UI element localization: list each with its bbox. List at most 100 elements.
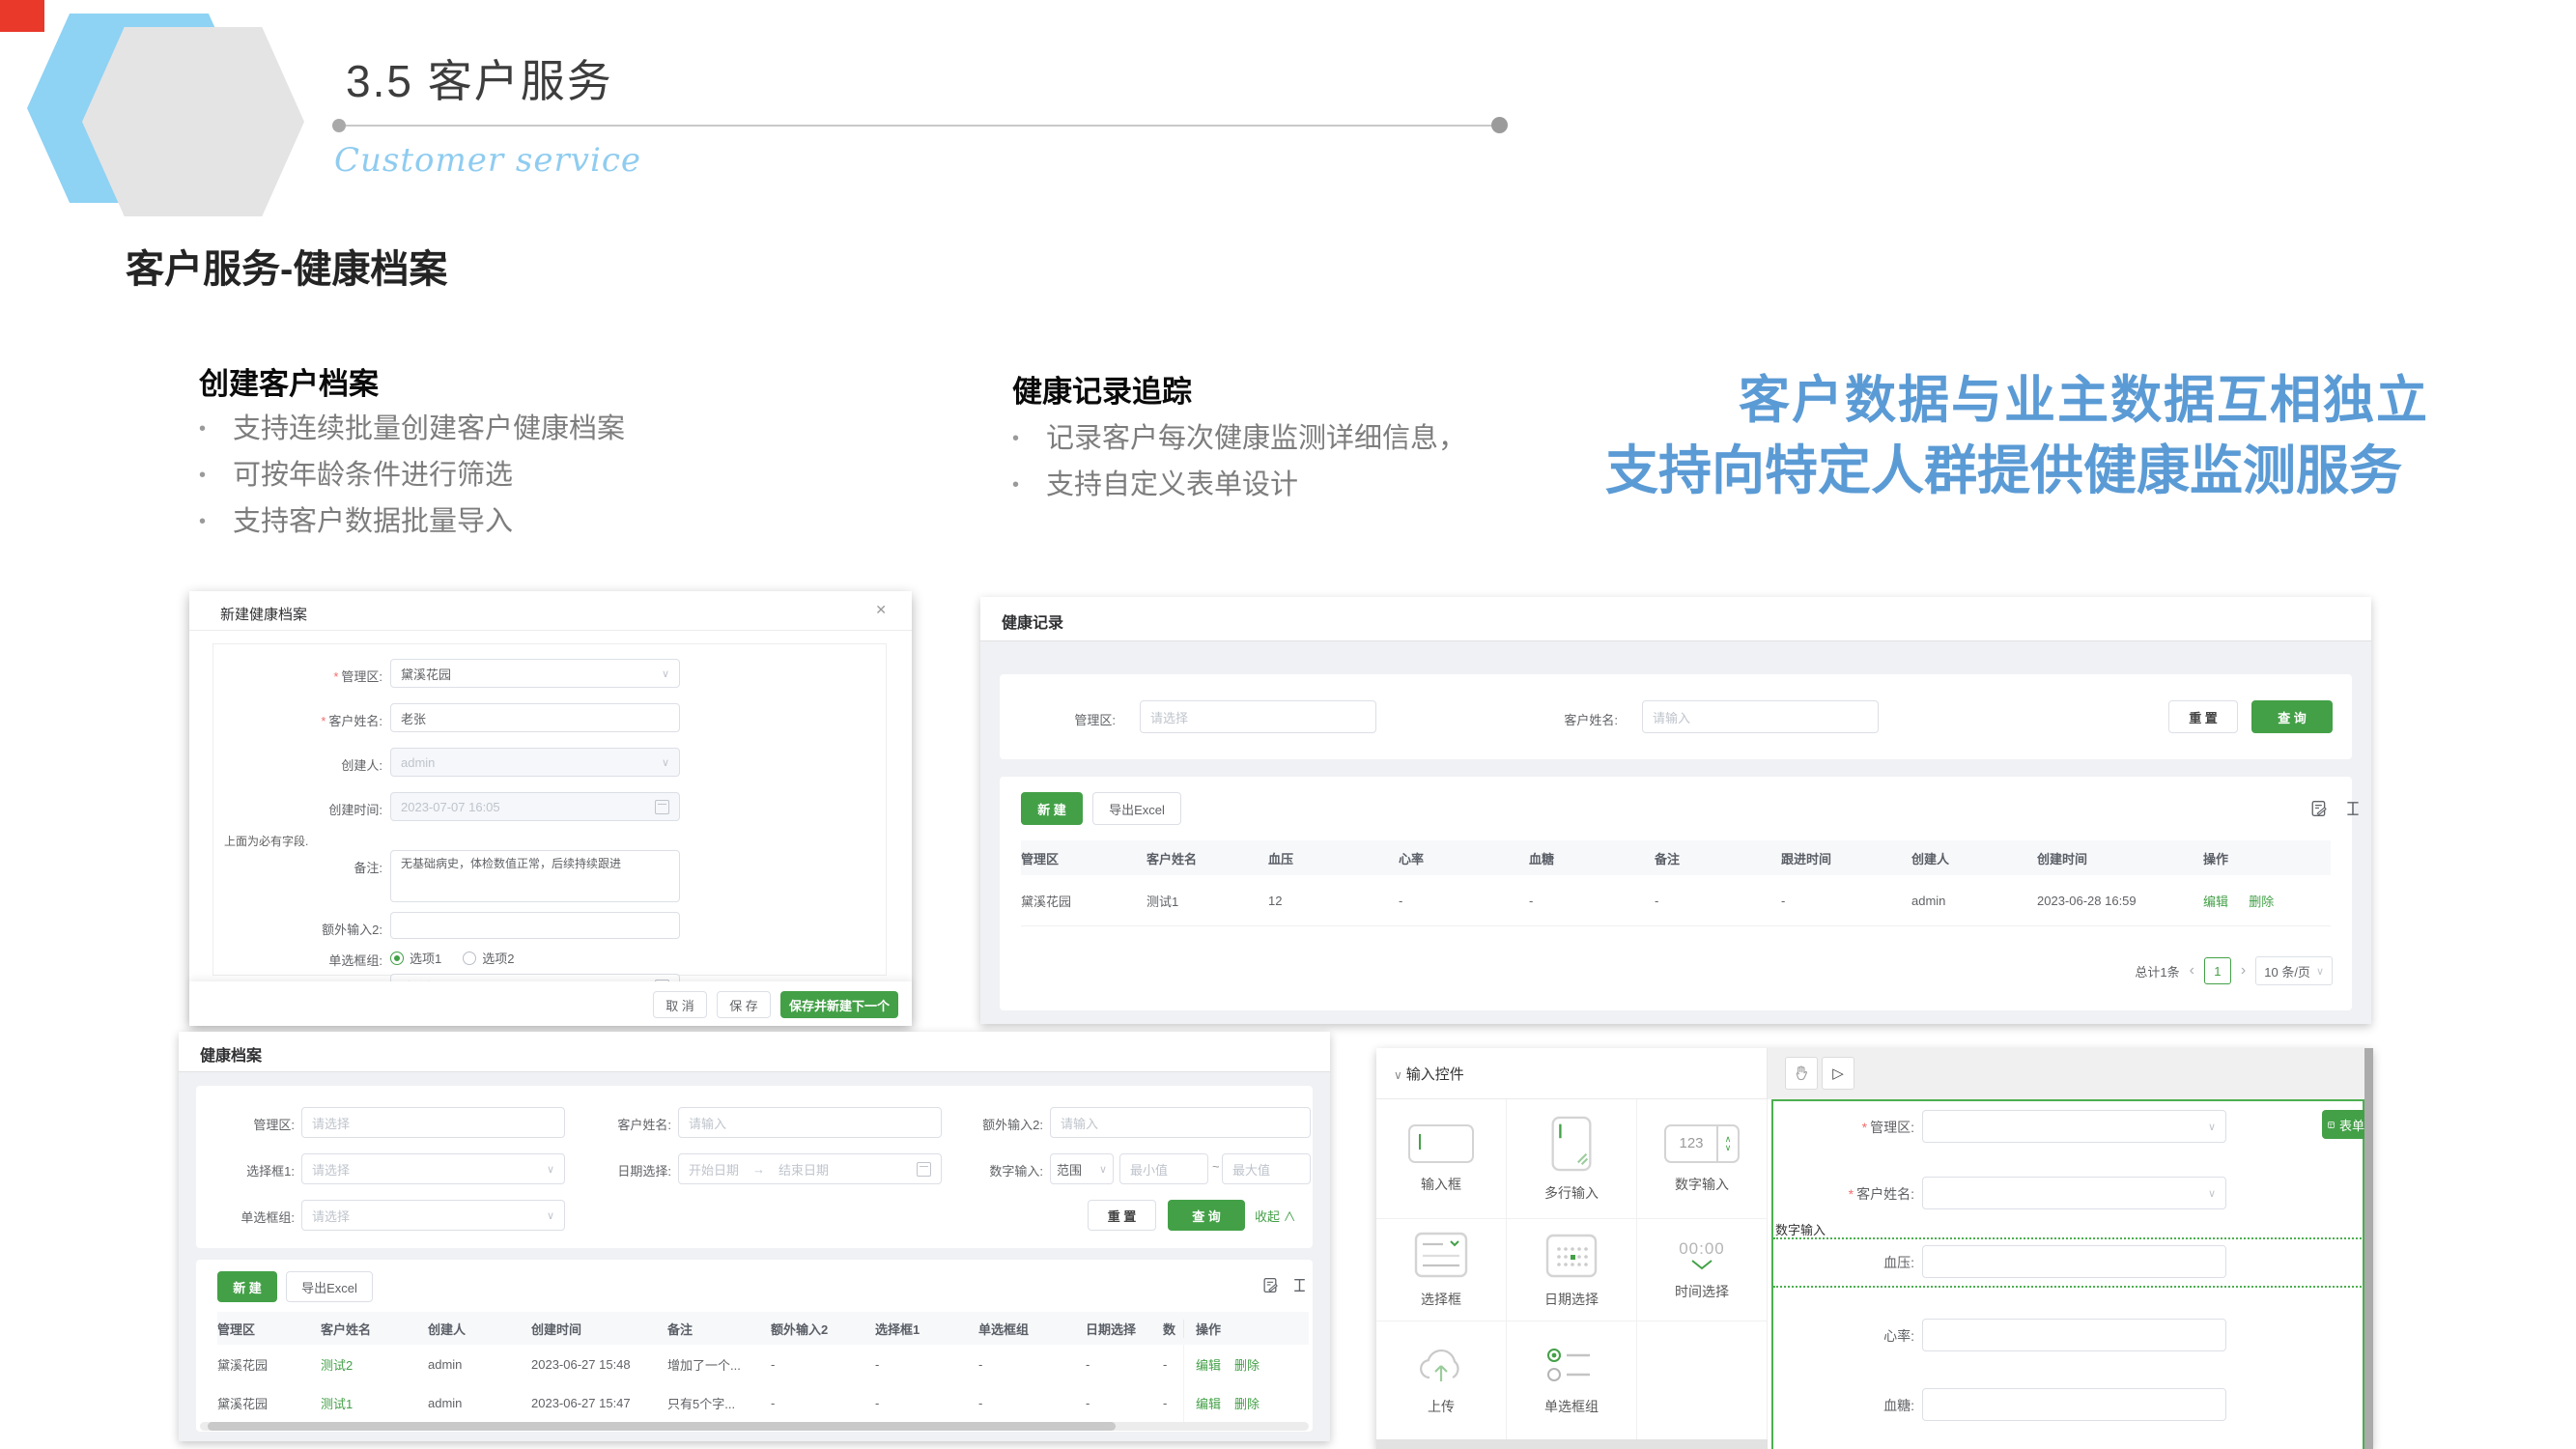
screenshot-new-archive-modal: 新建健康档案 ✕ *管理区: 黛溪花园 ∨ *客户姓名: 老张 创建人: adm… [189,591,912,1026]
row-height-icon[interactable] [1291,1277,1308,1298]
canvas-hr-label: 心率: [1816,1326,1914,1346]
cell: 只有5个字... [667,1394,771,1412]
cell: - [875,1396,978,1410]
bullet-text: 可按年龄条件进行筛选 [233,452,513,498]
record-link[interactable]: 测试2 [321,1355,428,1374]
next-page-icon[interactable]: › [2241,962,2246,980]
filter-date-range[interactable]: 开始日期 → 结束日期 [678,1153,942,1184]
records-page-title: 健康记录 [1002,610,1063,633]
widget-tile-date[interactable]: 日期选择 [1507,1219,1637,1321]
export-excel-button[interactable]: 导出Excel [286,1271,373,1302]
col-header: 备注 [667,1320,771,1338]
widget-tile-textarea[interactable]: 多行输入 [1507,1099,1637,1219]
delete-link[interactable]: 删除 [1234,1394,1260,1412]
create-time-value: 2023-07-07 16:05 [401,800,500,814]
form-settings-button[interactable]: 表单 [2322,1110,2364,1139]
widget-tile-time[interactable]: 00:00 时间选择 [1637,1219,1768,1321]
edit-link[interactable]: 编辑 [2203,895,2228,909]
canvas-name-select[interactable]: ∨ [1922,1177,2226,1209]
creator-select[interactable]: admin ∨ [390,748,680,777]
remark-textarea[interactable]: 无基础病史，体检数值正常，后续持续跟进 [390,850,680,902]
bullet-icon: • [199,452,206,498]
save-button[interactable]: 保 存 [717,991,771,1018]
modal-header-divider [189,630,912,631]
page-number-button[interactable]: 1 [2204,957,2231,984]
filter-radio-select[interactable]: 请选择 ∨ [301,1200,565,1231]
pan-hand-button[interactable] [1785,1057,1818,1090]
widget-tile-upload[interactable]: 上传 [1376,1321,1507,1439]
filter-select1-select[interactable]: 请选择 ∨ [301,1153,565,1184]
close-icon[interactable]: ✕ [875,602,887,618]
cell: - [1086,1357,1163,1372]
slogan-line-2: 支持向特定人群提供健康监测服务 [1605,427,2402,504]
bullet-text: 支持自定义表单设计 [1046,462,1298,508]
reset-button[interactable]: 重 置 [2168,700,2238,733]
prev-page-icon[interactable]: ‹ [2190,962,2194,980]
widget-tile-number[interactable]: 123 ∧∨ 数字输入 [1637,1099,1768,1219]
radio-option-1-label[interactable]: 选项1 [410,949,441,967]
customer-name-value: 老张 [401,709,426,727]
filter-area-input[interactable]: 请选择 [1140,700,1376,733]
save-and-next-button[interactable]: 保存并新建下一个 [780,991,898,1018]
cell: - [1781,894,1911,908]
cell: - [1163,1396,1183,1410]
bullet-icon: • [199,498,206,545]
widget-label: 多行输入 [1544,1183,1599,1203]
cell: - [1655,894,1781,908]
radio-option-2-label[interactable]: 选项2 [482,949,514,967]
drop-indicator-line [1773,1237,2364,1239]
export-excel-button[interactable]: 导出Excel [1092,792,1181,825]
edit-link[interactable]: 编辑 [1196,1394,1221,1412]
area-select[interactable]: 黛溪花园 ∨ [390,659,680,688]
number-mode-select[interactable]: 范围 ∨ [1050,1153,1114,1184]
search-button[interactable]: 查 询 [2251,700,2333,733]
row-height-icon[interactable] [2344,800,2362,822]
edit-document-icon[interactable] [2310,800,2328,822]
list-item: • 支持自定义表单设计 [1012,462,1630,508]
filter-area-input[interactable]: 请选择 [301,1107,565,1138]
vertical-scrollbar-thumb[interactable] [2364,1048,2373,1449]
delete-link[interactable]: 删除 [2249,895,2274,909]
canvas-bp-input[interactable] [1922,1245,2226,1278]
chevron-down-icon[interactable]: ∨ [1394,1068,1402,1082]
extra2-input[interactable] [390,912,680,939]
widget-tile-input[interactable]: 输入框 [1376,1099,1507,1219]
range-arrow-icon: → [752,1162,765,1177]
page-heading: 客户服务-健康档案 [126,238,447,294]
radio-unselected-icon[interactable] [463,952,476,965]
record-link[interactable]: 测试1 [321,1394,428,1412]
collapse-link[interactable]: 收起 ∧ [1255,1207,1296,1225]
filter-name-label: 客户姓名: [1502,710,1618,728]
edit-link[interactable]: 编辑 [1196,1355,1221,1374]
cell: 2023-06-27 15:48 [531,1357,667,1372]
modal-title: 新建健康档案 [220,604,307,624]
create-button[interactable]: 新 建 [217,1271,277,1302]
filter-name-label: 客户姓名: [565,1115,671,1133]
create-button[interactable]: 新 建 [1021,792,1083,825]
required-note: 上面为必有字段. [224,833,308,849]
cancel-button[interactable]: 取 消 [653,991,707,1018]
canvas-hr-input[interactable] [1922,1319,2226,1351]
canvas-area-select[interactable]: ∨ [1922,1110,2226,1143]
search-button[interactable]: 查 询 [1168,1200,1245,1231]
filter-number-label: 数字输入: [927,1161,1043,1179]
edit-document-icon[interactable] [1262,1277,1279,1298]
filter-name-input[interactable]: 请输入 [678,1107,942,1138]
filter-extra2-input[interactable]: 请输入 [1050,1107,1311,1138]
reset-button[interactable]: 重 置 [1088,1200,1156,1231]
number-max-input[interactable]: 最大值 [1222,1153,1311,1184]
widget-tile-radio-group[interactable]: 单选框组 [1507,1321,1637,1439]
preview-play-button[interactable]: ▷ [1822,1057,1854,1090]
page-size-select[interactable]: 10 条/页 ∨ [2255,956,2333,985]
drag-hint-label: 数字输入 [1775,1220,1826,1238]
horizontal-scrollbar-thumb[interactable] [208,1422,1116,1431]
number-min-input[interactable]: 最小值 [1119,1153,1208,1184]
delete-link[interactable]: 删除 [1234,1355,1260,1374]
widget-tile-select[interactable]: 选择框 [1376,1219,1507,1321]
customer-name-input[interactable]: 老张 [390,703,680,732]
create-time-input[interactable]: 2023-07-07 16:05 [390,792,680,821]
radio-selected-icon[interactable] [390,952,404,965]
filter-name-input[interactable]: 请输入 [1642,700,1879,733]
canvas-bs-input[interactable] [1922,1388,2226,1421]
cell: admin [1911,894,2037,908]
